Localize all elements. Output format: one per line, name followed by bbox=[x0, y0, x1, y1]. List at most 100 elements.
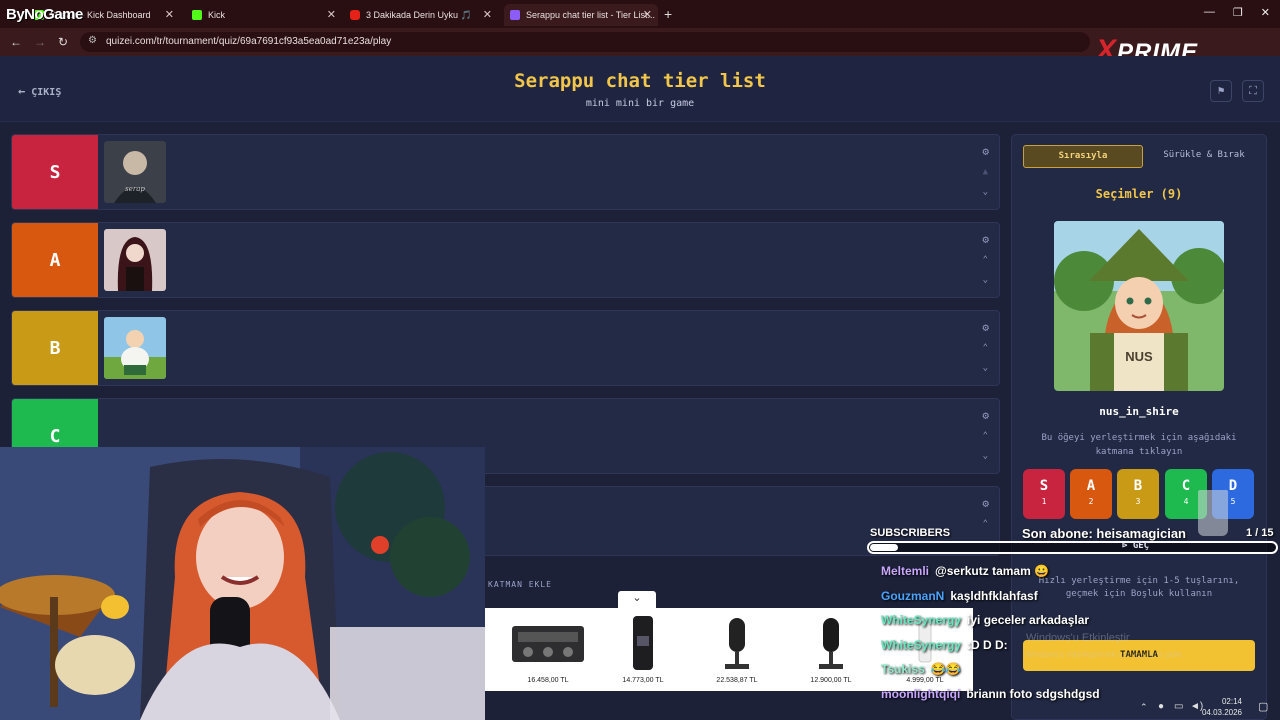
page-title: Serappu chat tier list bbox=[514, 70, 766, 92]
back-arrow-icon[interactable]: ← bbox=[10, 35, 22, 49]
chat-message: WhiteSynergy:D D D: bbox=[881, 638, 1100, 663]
tier-label: B bbox=[12, 311, 98, 385]
svg-text:serap: serap bbox=[125, 185, 145, 193]
tier-item-image[interactable] bbox=[104, 317, 166, 379]
product-card[interactable]: 14.773,00 TL bbox=[599, 612, 687, 688]
chevron-down-icon[interactable]: ⌄ bbox=[983, 275, 988, 285]
kick-icon bbox=[192, 10, 202, 20]
subscribers-label: SUBSCRIBERS bbox=[870, 527, 951, 539]
webcam-feed bbox=[0, 447, 485, 720]
mode-sequential-button[interactable]: Sırasıyla bbox=[1023, 145, 1143, 168]
tab-youtube[interactable]: 3 Dakikada Derin Uyku 🎵 ✕ bbox=[344, 4, 498, 26]
chevron-up-icon[interactable]: ⌃ bbox=[1140, 702, 1148, 713]
chevron-up-icon[interactable]: ⌃ bbox=[983, 255, 988, 265]
svg-text:NUS: NUS bbox=[1125, 349, 1153, 364]
page-subtitle: mini mini bir game bbox=[585, 98, 695, 109]
chevron-down-icon[interactable]: ⌄ bbox=[983, 187, 988, 197]
network-icon[interactable]: ▭ bbox=[1174, 701, 1183, 712]
notification-icon[interactable]: ▢ bbox=[1258, 700, 1268, 713]
last-subscriber: Son abone: heisamagician bbox=[1022, 526, 1186, 541]
chevron-up-icon[interactable]: ⌃ bbox=[983, 519, 988, 529]
browser-tab-bar: Stream - Kick Dashboard ✕ Kick ✕ 3 Dakik… bbox=[0, 0, 1280, 28]
place-s-button[interactable]: S1 bbox=[1023, 469, 1065, 519]
chat-text: @serkutz tamam 😀 bbox=[935, 564, 1050, 578]
new-tab-button[interactable]: + bbox=[664, 6, 672, 22]
chat-message: WhiteSynergy iyi geceler arkadaşlar bbox=[881, 613, 1100, 638]
mode-drag-drop-button[interactable]: Sürükle & Bırak bbox=[1144, 145, 1264, 168]
close-icon[interactable]: ✕ bbox=[643, 8, 652, 21]
chat-message: moonlightqiqi brianın foto sdgshdgsd bbox=[881, 687, 1100, 712]
chat-username: WhiteSynergy bbox=[881, 613, 962, 627]
minimize-icon[interactable]: — bbox=[1204, 6, 1215, 19]
page-header: ← ÇIKIŞ Serappu chat tier list mini mini … bbox=[0, 56, 1280, 122]
cup-object bbox=[1198, 490, 1228, 536]
subscriber-count: 1 / 15 bbox=[1246, 527, 1274, 539]
tier-row-s[interactable]: S serap ⚙ ▲ ⌄ bbox=[11, 134, 1000, 210]
product-price: 16.458,00 TL bbox=[527, 677, 569, 684]
gear-icon[interactable]: ⚙ bbox=[982, 497, 989, 510]
gear-icon[interactable]: ⚙ bbox=[982, 145, 989, 158]
chevron-down-icon[interactable]: ⌄ bbox=[983, 451, 988, 461]
gear-icon[interactable]: ⚙ bbox=[982, 233, 989, 246]
chat-username: WhiteSynergy bbox=[881, 637, 962, 652]
current-item-image: NUS bbox=[1054, 221, 1224, 391]
chat-text: 😂😂 bbox=[930, 662, 961, 676]
product-price: 12.900,00 TL bbox=[810, 677, 852, 684]
tier-row-a[interactable]: A ⚙ ⌃ ⌄ bbox=[11, 222, 1000, 298]
tab-tier-list[interactable]: Serappu chat tier list - Tier List... ✕ bbox=[504, 4, 658, 26]
chat-text: brianın foto sdgshdgsd bbox=[966, 686, 1100, 701]
flag-report-button[interactable]: ⚑ bbox=[1210, 80, 1232, 102]
chat-overlay: Meltemli @serkutz tamam 😀 GouzmanN kaşldhfk… bbox=[881, 564, 1100, 711]
chevron-up-icon[interactable]: ▲ bbox=[983, 167, 988, 177]
chat-username: moonlightqiqi bbox=[881, 686, 961, 701]
chevron-down-icon: ⌄ bbox=[632, 592, 642, 604]
product-card[interactable]: 16.458,00 TL bbox=[504, 612, 592, 688]
quizei-icon bbox=[510, 10, 520, 20]
chat-message: Meltemli @serkutz tamam 😀 bbox=[881, 564, 1100, 589]
url-text: quizei.com/tr/tournament/quiz/69a7691cf9… bbox=[106, 36, 392, 47]
product-card[interactable]: 12.900,00 TL bbox=[787, 612, 875, 688]
tier-label: A bbox=[12, 223, 98, 297]
tier-item-image[interactable]: serap bbox=[104, 141, 166, 203]
window-controls: — ❐ ✕ bbox=[1204, 6, 1270, 19]
url-field[interactable]: ⚙ quizei.com/tr/tournament/quiz/69a7691c… bbox=[80, 32, 1090, 52]
forward-arrow-icon[interactable]: → bbox=[34, 35, 46, 49]
close-icon[interactable]: ✕ bbox=[165, 8, 174, 21]
skip-button[interactable]: ⊳ GEÇ bbox=[1122, 541, 1149, 551]
tab-label: 3 Dakikada Derin Uyku 🎵 bbox=[366, 9, 472, 20]
product-card[interactable]: 22.538,87 TL bbox=[693, 612, 781, 688]
place-b-button[interactable]: B3 bbox=[1117, 469, 1159, 519]
fullscreen-icon: ⛶ bbox=[1249, 84, 1257, 97]
subscriber-goal-fill bbox=[870, 544, 899, 551]
chat-text: kaşldhfklahfasf bbox=[950, 588, 1038, 603]
tier-item-image[interactable] bbox=[104, 229, 166, 291]
product-price: 14.773,00 TL bbox=[622, 677, 664, 684]
site-info-icon[interactable]: ⚙ bbox=[88, 35, 97, 46]
current-item-name: nus_in_shire bbox=[1099, 405, 1179, 418]
chevron-up-icon[interactable]: ⌃ bbox=[983, 343, 988, 353]
placement-hint: Bu öğeyi yerleştirmek için aşağıdaki kat… bbox=[1041, 433, 1237, 457]
clock-date: 04.03.2026 bbox=[1201, 708, 1242, 717]
bynogame-logo: ByNoGame bbox=[6, 6, 83, 23]
chat-username: Meltemli bbox=[881, 564, 930, 578]
add-tier-button[interactable]: KATMAN EKLE bbox=[488, 580, 552, 589]
close-icon[interactable]: ✕ bbox=[483, 8, 492, 21]
taskbar-clock: 02:14 04.03.2026 bbox=[1198, 696, 1242, 718]
gear-icon[interactable]: ⚙ bbox=[982, 321, 989, 334]
maximize-icon[interactable]: ❐ bbox=[1233, 6, 1243, 19]
chat-message: Tsukiss 😂😂 bbox=[881, 662, 1100, 687]
reload-icon[interactable]: ↻ bbox=[58, 35, 68, 49]
chevron-up-icon[interactable]: ⌃ bbox=[983, 431, 988, 441]
fullscreen-button[interactable]: ⛶ bbox=[1242, 80, 1264, 102]
chevron-down-icon[interactable]: ⌄ bbox=[983, 363, 988, 373]
microphone-icon[interactable]: ● bbox=[1158, 701, 1164, 712]
close-icon[interactable]: ✕ bbox=[327, 8, 336, 21]
place-a-button[interactable]: A2 bbox=[1070, 469, 1112, 519]
product-price: 22.538,87 TL bbox=[716, 677, 758, 684]
tab-label: Kick bbox=[208, 10, 226, 20]
gear-icon[interactable]: ⚙ bbox=[982, 409, 989, 422]
close-window-icon[interactable]: ✕ bbox=[1261, 6, 1270, 19]
collapse-products-button[interactable]: ⌄ bbox=[618, 591, 656, 608]
tab-kick[interactable]: Kick ✕ bbox=[186, 4, 342, 26]
tier-row-b[interactable]: B ⚙ ⌃ ⌄ bbox=[11, 310, 1000, 386]
